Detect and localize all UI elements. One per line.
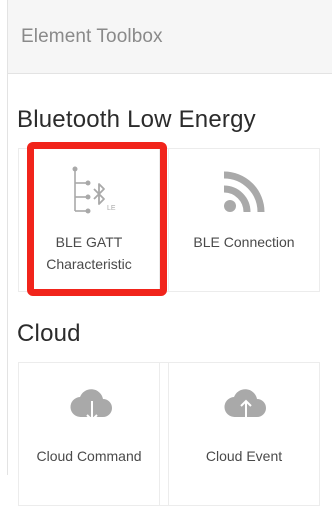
panel-header: Element Toolbox	[8, 0, 332, 74]
tile-ble-connection[interactable]: BLE Connection	[168, 149, 320, 291]
tile-label: Cloud Event	[205, 448, 283, 464]
tile-label-line2: Characteristic	[46, 256, 132, 272]
section-title-bluetooth-low-energy: Bluetooth Low Energy	[17, 106, 256, 133]
cloud-download-icon	[70, 389, 112, 422]
tile-label-line1: BLE GATT	[55, 234, 123, 250]
panel-title: Element Toolbox	[21, 26, 163, 47]
tile-label: BLE Connection	[193, 234, 295, 250]
cloud-upload-icon	[224, 389, 266, 420]
tile-ble-gatt-characteristic[interactable]: LE BLE GATT Characteristic	[18, 149, 160, 291]
wifi-signal-icon	[223, 171, 265, 213]
tile-cloud-event[interactable]: Cloud Event	[168, 363, 320, 505]
section-title-cloud: Cloud	[17, 320, 81, 347]
svg-text:LE: LE	[107, 205, 116, 212]
ble-items-row: LE BLE GATT Characteristic BLE Connectio…	[18, 148, 320, 292]
tile-cloud-command[interactable]: Cloud Command	[18, 363, 160, 505]
ble-gatt-characteristic-icon: LE	[72, 166, 116, 214]
tile-label: Cloud Command	[36, 448, 142, 464]
cloud-items-row: Cloud Command Cloud Event	[18, 362, 320, 506]
